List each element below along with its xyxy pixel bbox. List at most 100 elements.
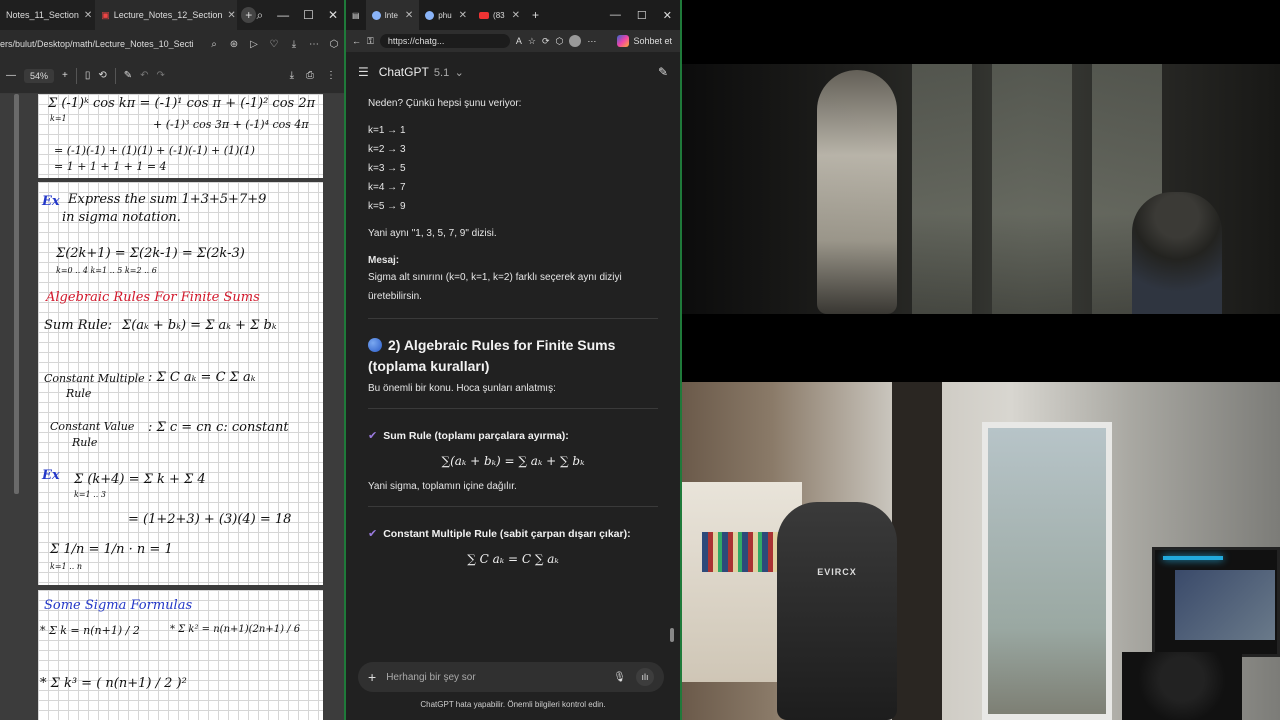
chat-messages[interactable]: Neden? Çünkü hepsi şunu veriyor: k=1 → 1… (346, 92, 680, 652)
zoom-level[interactable]: 54% (24, 68, 55, 83)
balcony-door (982, 422, 1112, 720)
message-text: Neden? Çünkü hepsi şunu veriyor: (368, 98, 522, 109)
zoom-in-button[interactable]: + (62, 70, 68, 81)
undo-icon[interactable]: ↶ (140, 70, 148, 81)
more-icon[interactable]: ⋯ (587, 36, 596, 47)
search-icon[interactable]: ⌕ (204, 39, 224, 50)
mapping-item: k=3 → 5 (368, 163, 406, 174)
chatgpt-window: ▤ Inte ✕ phu ✕ (83 ✕ + — ☐ ✕ ← ⚿ https:/… (344, 0, 682, 720)
browser-tab[interactable]: phu ✕ (419, 0, 473, 30)
message-text: Yani sigma, toplamın içine dağılır. (368, 481, 517, 492)
handwritten-line: Sum Rule: (44, 318, 113, 333)
pdf-viewer-window: Notes_11_Section ✕ ▣ Lecture_Notes_12_Se… (0, 0, 344, 720)
tab-label: phu (438, 10, 452, 20)
download-icon[interactable]: ⤓ (284, 39, 304, 50)
minimize-icon[interactable]: — (610, 9, 621, 22)
browser-tab[interactable]: (83 ✕ (473, 0, 526, 30)
maximize-icon[interactable]: ☐ (303, 8, 314, 23)
attach-icon[interactable]: + (368, 669, 376, 685)
message-text: Bu önemli bir konu. Hoca şunları anlatmı… (368, 383, 556, 394)
pdf-toolbar-right: ⤓ ⎙ ⋮ (290, 70, 344, 81)
chair-logo: EVIRCX (817, 567, 857, 577)
handwritten-line: k=1 (50, 114, 67, 123)
pdf-tab-active[interactable]: ▣ Lecture_Notes_12_Section ✕ (95, 0, 237, 30)
close-tab-icon[interactable]: ✕ (459, 10, 467, 21)
page-fit-icon[interactable]: ▯ (85, 70, 91, 81)
close-icon[interactable]: ✕ (663, 9, 672, 22)
print-icon[interactable]: ⎙ (306, 70, 314, 81)
browser-address-bar: ← ⚿ https://chatg... A ☆ ⟳ ⬡ ⋯ Sohbet et (346, 30, 680, 52)
voice-mode-icon[interactable]: ılı (636, 668, 654, 686)
movie-video-panel[interactable] (682, 0, 1280, 382)
close-tab-icon[interactable]: ✕ (512, 10, 520, 21)
sidebar-menu-icon[interactable]: ☰ (358, 65, 369, 79)
chat-input[interactable]: + Herhangi bir şey sor 🎙 ılı (358, 662, 664, 692)
racing-wheel (1122, 652, 1242, 720)
rotate-icon[interactable]: ⟲ (98, 70, 106, 81)
handwritten-line: * Σ k³ = ( n(n+1) / 2 )² (40, 676, 187, 691)
profile-avatar[interactable] (569, 35, 582, 47)
window-light (992, 64, 1072, 314)
maximize-icon[interactable]: ☐ (637, 9, 647, 22)
minimize-icon[interactable]: — (277, 8, 289, 23)
read-aloud-icon[interactable]: A (516, 36, 522, 46)
handwritten-line: : Σ c = cn c: constant (148, 420, 289, 435)
save-icon[interactable]: ⤓ (290, 70, 294, 81)
message-text: Sigma alt sınırını (k=0, k=1, k=2) farkl… (368, 272, 622, 302)
copilot-icon (617, 35, 630, 47)
more-icon[interactable]: ⋯ (304, 39, 324, 50)
close-icon[interactable]: ✕ (328, 8, 338, 23)
address-text[interactable]: ers/bulut/Desktop/math/Lecture_Notes_10_… (0, 39, 204, 49)
pdf-toolbar: — 54% + ▯ ⟲ ✎ ↶ ↷ ⤓ ⎙ ⋮ (0, 58, 344, 94)
input-placeholder[interactable]: Herhangi bir şey sor (386, 672, 603, 683)
handwritten-line: Σ (k+4) = Σ k + Σ 4 (74, 472, 206, 487)
new-chat-icon[interactable]: ✎ (658, 65, 668, 79)
copilot-button[interactable]: Sohbet et (617, 35, 680, 47)
handwritten-line: : Σ C aₖ = C Σ aₖ (148, 370, 256, 385)
zoom-out-button[interactable]: — (6, 70, 16, 81)
new-tab-button[interactable]: + (241, 7, 257, 23)
sidebar-toggle-icon[interactable]: ▤ (346, 11, 366, 20)
pdf-document-view[interactable]: Σ (-1)ᵏ cos kπ = (-1)¹ cos π + (-1)² cos… (0, 94, 344, 720)
handwritten-line: Σ (-1)ᵏ cos kπ = (-1)¹ cos π + (-1)² cos… (48, 96, 316, 111)
close-tab-icon[interactable]: ✕ (84, 10, 92, 21)
window-light (912, 64, 972, 314)
model-name: ChatGPT (378, 65, 429, 79)
close-tab-icon[interactable]: ✕ (227, 10, 235, 21)
rule-heading: ✔ Constant Multiple Rule (sabit çarpan dı… (368, 528, 631, 540)
divider (368, 408, 658, 409)
handwritten-line: k=0 .. 4 k=1 .. 5 k=2 .. 6 (56, 266, 157, 275)
favorite-icon[interactable]: ☆ (528, 36, 536, 47)
favorite-icon[interactable]: ♡ (264, 39, 284, 50)
room-camera-panel[interactable]: EVIRCX (682, 382, 1280, 720)
back-icon[interactable]: ← (352, 36, 361, 46)
search-icon[interactable]: ⌕ (256, 8, 263, 23)
more-options-icon[interactable]: ⋮ (326, 70, 336, 81)
redo-icon[interactable]: ↷ (157, 70, 165, 81)
handwritten-label: Ex (42, 468, 60, 483)
pdf-tab-label: Notes_11_Section (6, 10, 79, 20)
site-info-icon[interactable]: ⚿ (367, 36, 374, 47)
scroll-thumb[interactable] (670, 628, 674, 642)
copilot-label: Sohbet et (633, 36, 672, 46)
microphone-icon[interactable]: 🎙 (613, 672, 626, 683)
chevron-down-icon: ⌄ (454, 67, 464, 79)
browser-tab[interactable]: Inte ✕ (365, 0, 420, 30)
model-selector[interactable]: ChatGPT 5.1 ⌄ (379, 65, 464, 79)
handwritten-line: Constant Multiple (44, 372, 145, 385)
close-tab-icon[interactable]: ✕ (405, 10, 413, 21)
draw-icon[interactable]: ✎ (124, 70, 132, 81)
pdf-tab[interactable]: Notes_11_Section ✕ (0, 0, 95, 30)
chat-scrollbar[interactable] (670, 92, 674, 652)
pdf-scrollbar[interactable] (14, 94, 19, 494)
pdf-page: Some Sigma Formulas * Σ k = n(n+1) / 2 *… (38, 590, 323, 720)
new-tab-icon[interactable]: + (526, 8, 545, 22)
blue-circle-icon (368, 338, 382, 352)
handwritten-line: Σ(aₖ + bₖ) = Σ aₖ + Σ bₖ (122, 318, 277, 333)
read-aloud-icon[interactable]: ⊛ (224, 39, 244, 50)
extensions-icon[interactable]: ⬡ (556, 36, 564, 47)
url-field[interactable]: https://chatg... (379, 34, 510, 48)
extension-icon[interactable]: ⬡ (324, 39, 344, 50)
refresh-icon[interactable]: ⟳ (542, 36, 550, 47)
play-icon[interactable]: ▷ (244, 39, 264, 50)
